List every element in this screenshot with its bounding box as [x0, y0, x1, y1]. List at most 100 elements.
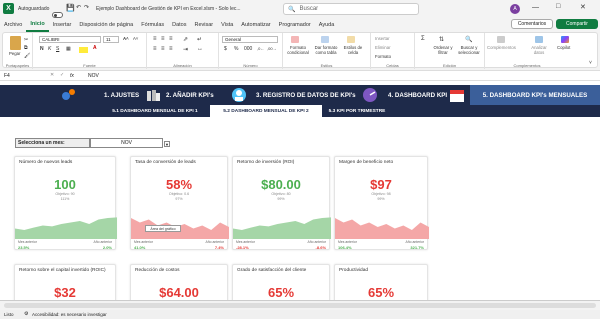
kpi-trend-chart[interactable]: [233, 207, 343, 239]
align-middle-icon[interactable]: ≡: [161, 36, 165, 42]
percent-icon[interactable]: %: [234, 46, 238, 52]
autosum-icon[interactable]: Σ: [421, 36, 425, 42]
decrease-font-icon[interactable]: A˅: [133, 36, 138, 41]
maximize-icon[interactable]: □: [556, 3, 560, 10]
minimize-icon[interactable]: —: [532, 4, 539, 11]
find-icon[interactable]: 🔍: [465, 36, 472, 43]
kpi-value: $64.00: [159, 285, 199, 300]
currency-icon[interactable]: $: [224, 46, 227, 52]
nav-tab-ajustes[interactable]: 1. AJUSTES: [104, 85, 139, 105]
menu-item[interactable]: Ayuda: [315, 18, 339, 32]
redo-icon[interactable]: ↷: [84, 4, 89, 11]
share-button[interactable]: Compartir: [556, 19, 598, 29]
menu-item[interactable]: Datos: [168, 18, 190, 32]
subtab-kpi1[interactable]: 5.1 DASHBOARD MENSUAL DE KPI 1: [100, 105, 210, 117]
subtab-trimestre[interactable]: 5.3 KPI POR TRIMESTRE: [322, 105, 392, 117]
cut-icon[interactable]: ✂: [24, 37, 28, 43]
clipboard-group-label: Portapapeles: [5, 63, 30, 68]
align-center-icon[interactable]: ≡: [161, 46, 165, 52]
sort-filter-label[interactable]: Ordenar y filtrar: [433, 45, 453, 55]
fill-color-icon[interactable]: [79, 47, 88, 53]
month-select[interactable]: NOV: [90, 138, 163, 148]
search-box[interactable]: 🔍 Buscar: [283, 3, 419, 15]
avatar[interactable]: A: [510, 4, 520, 14]
accessibility-status[interactable]: Accesibilidad: es necesario investigar: [32, 312, 107, 317]
paste-label[interactable]: Pegar: [9, 51, 20, 56]
font-name-select[interactable]: CALIBRI: [39, 36, 101, 43]
number-format-select[interactable]: General: [222, 36, 278, 43]
conditional-format-label[interactable]: Formato condicional: [286, 45, 310, 55]
confirm-entry-icon[interactable]: ✓: [60, 72, 64, 78]
orientation-icon[interactable]: ⇗: [183, 36, 188, 43]
kpi-trend-chart[interactable]: [335, 207, 445, 239]
format-table-icon[interactable]: [321, 36, 329, 43]
conditional-format-icon[interactable]: [291, 36, 299, 43]
subtab-kpi2[interactable]: 5.2 DASHBOARD MENSUAL DE KPI 2: [210, 105, 322, 117]
align-left-icon[interactable]: ≡: [153, 46, 157, 52]
align-top-icon[interactable]: ≡: [153, 36, 157, 42]
wrap-text-icon[interactable]: ↵: [197, 36, 202, 43]
underline-icon[interactable]: S: [56, 46, 59, 52]
formula-input[interactable]: NOV: [88, 73, 99, 79]
excel-logo-icon: X: [3, 3, 14, 14]
analyze-data-label[interactable]: Analizar datos: [529, 45, 549, 55]
copy-icon[interactable]: ⧉: [24, 45, 28, 51]
accessibility-icon[interactable]: ⚙: [24, 311, 28, 317]
borders-icon[interactable]: ▦: [66, 46, 71, 52]
kpi-title: Productividad: [339, 268, 369, 273]
kpi-trend-chart[interactable]: [15, 207, 125, 239]
increase-decimal-icon[interactable]: ,0←: [257, 46, 264, 51]
comments-button[interactable]: Comentarios: [511, 19, 553, 29]
menu-item[interactable]: Revisar: [191, 18, 218, 32]
addins-icon[interactable]: [497, 36, 505, 43]
nav-tab-mensuales[interactable]: 5. DASHBOARD KPI's MENSUALES: [470, 85, 600, 105]
kpi-value: 100: [54, 177, 76, 192]
menu-item[interactable]: Fórmulas: [137, 18, 168, 32]
cancel-entry-icon[interactable]: ✕: [50, 72, 54, 78]
kpi-trend-chart[interactable]: [131, 207, 241, 239]
sort-filter-icon[interactable]: ⇅: [439, 36, 444, 43]
cell-styles-label[interactable]: Estilos de celda: [343, 45, 363, 55]
align-right-icon[interactable]: ≡: [169, 46, 173, 52]
copilot-icon[interactable]: [561, 36, 569, 43]
indent-icon[interactable]: ⇥: [183, 46, 188, 53]
menu-item[interactable]: Inicio: [26, 18, 49, 32]
nav-tab-anadir[interactable]: 2. AÑADIR KPI's: [166, 85, 214, 105]
menu-item[interactable]: Insertar: [49, 18, 76, 32]
nav-tab-registro[interactable]: 3. REGISTRO DE DATOS DE KPI's: [256, 85, 356, 105]
menu-item[interactable]: Vista: [217, 18, 237, 32]
collapse-ribbon-icon[interactable]: ˅: [589, 60, 592, 66]
format-painter-icon[interactable]: 🖌: [24, 53, 30, 59]
name-box[interactable]: F4: [4, 73, 10, 79]
close-icon[interactable]: ✕: [580, 3, 586, 11]
fx-icon[interactable]: fx: [70, 73, 74, 79]
chevron-down-icon[interactable]: ▼: [164, 141, 170, 147]
menu-item[interactable]: Automatizar: [237, 18, 274, 32]
italic-icon[interactable]: K: [48, 46, 51, 52]
format-table-label[interactable]: Dar formato como tabla: [313, 45, 339, 55]
font-color-icon[interactable]: A: [93, 45, 97, 51]
paste-icon[interactable]: [10, 36, 21, 50]
format-cells-button[interactable]: Formato: [375, 54, 391, 59]
menu-item[interactable]: Archivo: [0, 18, 26, 32]
save-icon[interactable]: 💾: [66, 4, 75, 12]
decrease-decimal-icon[interactable]: ,00→: [267, 46, 277, 51]
menu-item[interactable]: Programador: [275, 18, 315, 32]
increase-font-icon[interactable]: A˄: [123, 36, 129, 41]
thousands-icon[interactable]: 000: [244, 46, 252, 52]
delete-cells-button[interactable]: Eliminar: [375, 45, 391, 50]
bold-icon[interactable]: N: [40, 46, 44, 52]
align-bottom-icon[interactable]: ≡: [169, 36, 173, 42]
find-select-label[interactable]: Buscar y seleccionar: [455, 45, 483, 55]
horizontal-scrollbar[interactable]: [4, 303, 596, 308]
cell-styles-icon[interactable]: [347, 36, 355, 43]
merge-cells-icon[interactable]: ↔: [197, 46, 203, 52]
insert-cells-button[interactable]: Insertar: [375, 36, 390, 41]
font-size-select[interactable]: 11: [103, 36, 119, 43]
menu-item[interactable]: Disposición de página: [75, 18, 137, 32]
copilot-label[interactable]: Copilot: [557, 45, 570, 50]
undo-icon[interactable]: ↶: [76, 4, 81, 11]
analyze-data-icon[interactable]: [535, 36, 543, 43]
nav-tab-dashboard[interactable]: 4. DASHBOARD KPI: [388, 85, 447, 105]
addins-label[interactable]: Complementos: [487, 45, 516, 50]
